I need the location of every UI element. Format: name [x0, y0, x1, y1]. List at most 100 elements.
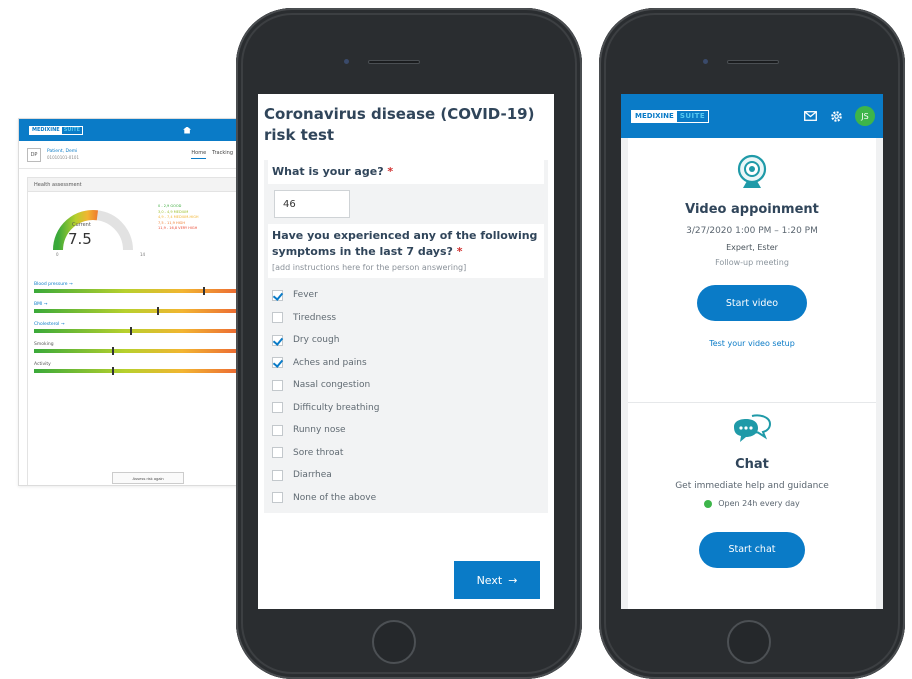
checkbox[interactable]	[272, 312, 283, 324]
risk-bar-label[interactable]: BMI →	[34, 302, 262, 307]
composite-stage: MEDIXINE SUITE DP Patient, Demi 01010101…	[0, 0, 912, 679]
video-expert: Expert, Ester	[726, 243, 778, 252]
symptom-option[interactable]: Nasal congestion	[272, 374, 542, 397]
checkbox[interactable]	[272, 289, 283, 301]
symptom-option[interactable]: Dry cough	[272, 329, 542, 352]
legend-item-medium-high: 4,9 - 7,4 MEDIUM-HIGH	[158, 215, 199, 219]
home-button[interactable]	[727, 620, 771, 664]
mail-icon[interactable]	[803, 109, 817, 123]
symptom-option[interactable]: Tiredness	[272, 307, 542, 330]
chat-hours: Open 24h every day	[718, 499, 800, 508]
symptom-option[interactable]: Fever	[272, 284, 542, 307]
chat-title: Chat	[735, 457, 769, 472]
risk-bar-activity: Activity	[34, 362, 262, 375]
patient-tabs: Home Tracking	[191, 150, 233, 159]
assess-risk-again-button[interactable]: Assess risk again	[112, 472, 184, 484]
symptom-option[interactable]: Diarrhea	[272, 464, 542, 487]
age-input[interactable]	[274, 190, 350, 218]
desktop-medixine-logo[interactable]: MEDIXINE SUITE	[29, 125, 84, 135]
arrow-right-icon: →	[508, 573, 518, 587]
home-button[interactable]	[372, 620, 416, 664]
gear-icon[interactable]	[829, 109, 843, 123]
risk-bar-track	[34, 367, 262, 375]
next-button-label: Next	[476, 573, 503, 587]
online-status-dot	[704, 499, 713, 508]
tab-home[interactable]: Home	[191, 150, 207, 159]
video-title: Video appoinment	[685, 202, 819, 217]
risk-bar-track	[34, 347, 262, 355]
symptom-option[interactable]: None of the above	[272, 487, 542, 510]
checkbox[interactable]	[272, 402, 283, 414]
chat-card: Chat Get immediate help and guidance Ope…	[628, 402, 876, 609]
front-camera	[703, 59, 708, 64]
symptom-option-label: None of the above	[293, 492, 377, 503]
gauge-max-label: 14	[140, 252, 146, 257]
age-question: What is your age? *	[268, 160, 544, 184]
symptom-option[interactable]: Difficulty breathing	[272, 397, 542, 420]
symptom-option[interactable]: Runny nose	[272, 419, 542, 442]
user-avatar[interactable]: JS	[855, 106, 875, 126]
checkbox[interactable]	[272, 379, 283, 391]
form-footer: Next →	[258, 549, 554, 609]
risk-bar-track	[34, 327, 262, 335]
next-button[interactable]: Next →	[454, 561, 540, 599]
form-title: Coronavirus disease (COVID-19) risk test	[264, 105, 535, 144]
risk-bar-label[interactable]: Blood pressure →	[34, 282, 262, 287]
checkbox[interactable]	[272, 424, 283, 436]
video-type: Follow-up meeting	[715, 258, 789, 267]
patient-avatar: DP	[27, 147, 41, 162]
risk-bar-marker	[111, 347, 114, 355]
gauge-caption: Current	[72, 222, 91, 228]
risk-bar-bmi: BMI →	[34, 302, 262, 315]
chat-bubbles-icon	[628, 413, 876, 449]
symptom-option[interactable]: Aches and pains	[272, 352, 542, 375]
risk-bar-marker	[202, 287, 205, 295]
earpiece-speaker	[368, 60, 420, 64]
required-marker: *	[387, 165, 394, 178]
question-instructions: [add instructions here for the person an…	[272, 263, 467, 272]
symptom-option-label: Sore throat	[293, 447, 344, 458]
chat-availability: Open 24h every day	[704, 499, 800, 508]
checkbox[interactable]	[272, 469, 283, 481]
gauge-min-label: 0	[56, 252, 59, 257]
symptom-question-text: Have you experienced any of the followin…	[272, 229, 538, 258]
gauge-value: 7.5	[68, 230, 92, 248]
phone-covid-form: Coronavirus disease (COVID-19) risk test…	[236, 8, 582, 679]
age-input-row	[264, 184, 548, 224]
checkbox[interactable]	[272, 447, 283, 459]
medixine-logo[interactable]: MEDIXINE SUITE	[631, 109, 710, 123]
logo-text-medixine: MEDIXINE	[30, 126, 62, 134]
start-chat-button[interactable]: Start chat	[699, 531, 805, 568]
checkbox[interactable]	[272, 492, 283, 504]
symptom-option-label: Runny nose	[293, 425, 346, 436]
form-card: What is your age? * Have you experienced…	[264, 160, 548, 513]
desktop-top-bar: MEDIXINE SUITE	[19, 119, 267, 141]
test-video-setup-link[interactable]: Test your video setup	[628, 339, 876, 348]
checkbox[interactable]	[272, 334, 283, 346]
symptom-question: Have you experienced any of the followin…	[268, 224, 544, 278]
symptom-options: Fever Tiredness Dry cough Aches and pains Na…	[264, 278, 548, 513]
risk-bar-marker	[111, 367, 114, 375]
health-assessment-panel: Health assessment Current 7.5 0 14 0 - 2…	[27, 177, 262, 485]
symptom-option-label: Fever	[293, 290, 318, 301]
webcam-icon	[628, 154, 876, 194]
tab-tracking[interactable]: Tracking	[212, 150, 233, 159]
symptom-option[interactable]: Sore throat	[272, 442, 542, 465]
required-marker: *	[456, 245, 463, 258]
risk-bar-label[interactable]: Cholesterol →	[34, 322, 262, 327]
checkbox[interactable]	[272, 357, 283, 369]
earpiece-speaker	[727, 60, 779, 64]
symptom-option-label: Difficulty breathing	[293, 402, 380, 413]
risk-gauge	[53, 210, 133, 251]
symptom-option-label: Aches and pains	[293, 357, 367, 368]
video-datetime: 3/27/2020 1:00 PM – 1:20 PM	[686, 226, 818, 236]
app-top-bar: MEDIXINE SUITE JS	[621, 94, 883, 138]
start-video-button[interactable]: Start video	[697, 285, 807, 321]
video-appointment-card: Video appoinment 3/27/2020 1:00 PM – 1:2…	[628, 138, 876, 402]
app-bar-actions: JS	[803, 106, 875, 126]
risk-bar-marker	[129, 327, 132, 335]
symptom-option-label: Diarrhea	[293, 470, 332, 481]
legend-item-very-high: 11,9 - 16,8 VERY HIGH	[158, 226, 198, 230]
home-icon[interactable]	[183, 126, 192, 134]
risk-bar-cholesterol: Cholesterol →	[34, 322, 262, 335]
